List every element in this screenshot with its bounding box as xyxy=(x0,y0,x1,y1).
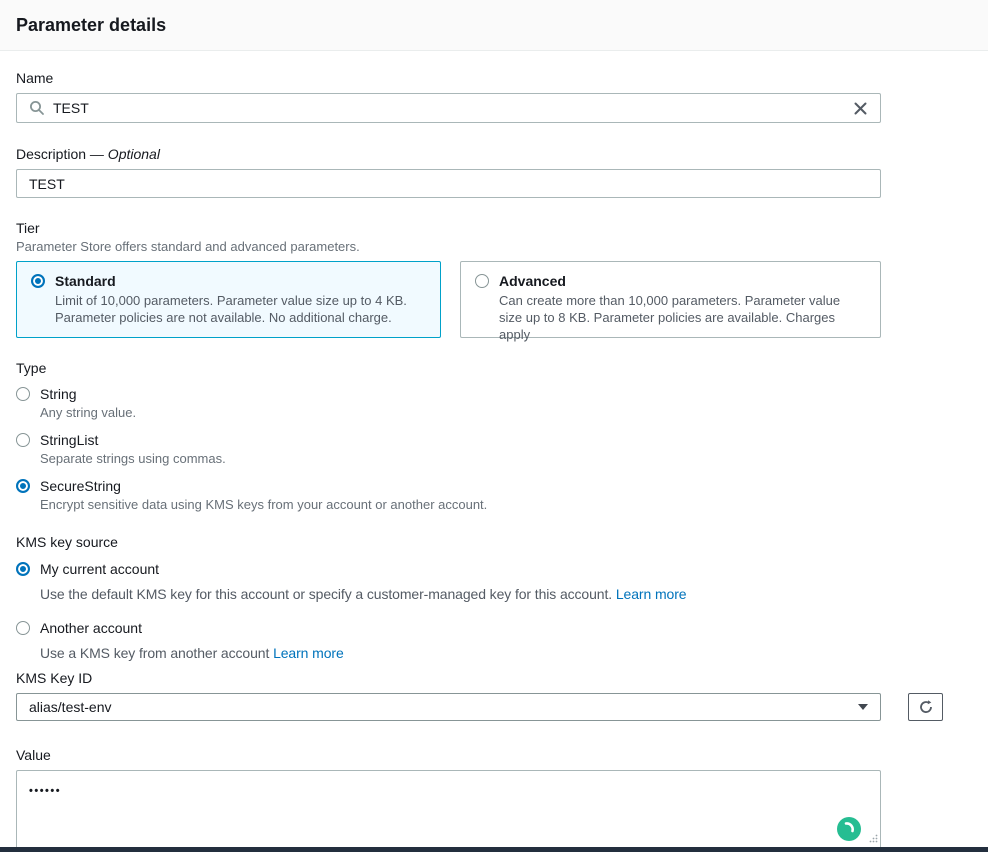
string-title: String xyxy=(40,386,77,403)
tier-option-advanced[interactable]: Advanced Can create more than 10,000 par… xyxy=(460,261,881,338)
kms-current-account-row[interactable]: My current account xyxy=(16,561,972,578)
chevron-down-icon xyxy=(858,704,868,710)
tier-option-standard[interactable]: Standard Limit of 10,000 parameters. Par… xyxy=(16,261,441,338)
type-option-string: String Any string value. xyxy=(16,386,972,421)
panel-header: Parameter details xyxy=(0,0,988,51)
name-input[interactable]: TEST xyxy=(16,93,881,123)
securestring-description: Encrypt sensitive data using KMS keys fr… xyxy=(40,497,972,513)
description-input-value: TEST xyxy=(29,176,65,192)
value-textarea[interactable]: •••••• xyxy=(16,770,881,851)
string-description: Any string value. xyxy=(40,405,972,421)
stringlist-description: Separate strings using commas. xyxy=(40,451,972,467)
learn-more-link-current-account[interactable]: Learn more xyxy=(616,586,687,602)
advanced-radio[interactable] xyxy=(475,274,489,288)
another-account-description: Use a KMS key from another account Learn… xyxy=(40,644,972,662)
my-current-account-radio[interactable] xyxy=(16,562,30,576)
optional-suffix: — Optional xyxy=(90,146,160,162)
standard-description: Limit of 10,000 parameters. Parameter va… xyxy=(55,292,426,326)
refresh-button[interactable] xyxy=(908,693,943,721)
type-option-securestring: SecureString Encrypt sensitive data usin… xyxy=(16,478,972,513)
standard-radio[interactable] xyxy=(31,274,45,288)
kms-key-id-label: KMS Key ID xyxy=(16,669,972,687)
description-label: Description — Optional xyxy=(16,145,972,163)
bottom-divider-bar xyxy=(0,847,988,852)
value-label: Value xyxy=(16,746,972,764)
stringlist-title: StringList xyxy=(40,432,98,449)
advanced-description: Can create more than 10,000 parameters. … xyxy=(499,292,866,343)
description-input[interactable]: TEST xyxy=(16,169,881,198)
type-option-stringlist: StringList Separate strings using commas… xyxy=(16,432,972,467)
type-securestring-row[interactable]: SecureString xyxy=(16,478,972,495)
another-account-title: Another account xyxy=(40,620,142,637)
learn-more-link-another-account[interactable]: Learn more xyxy=(273,645,344,661)
name-label: Name xyxy=(16,69,972,87)
type-stringlist-row[interactable]: StringList xyxy=(16,432,972,449)
my-current-account-title: My current account xyxy=(40,561,159,578)
search-icon xyxy=(29,100,45,116)
kms-key-source-label: KMS key source xyxy=(16,533,972,551)
tier-label: Tier xyxy=(16,219,972,237)
standard-title: Standard xyxy=(55,273,426,290)
name-input-value: TEST xyxy=(53,100,89,116)
refresh-icon xyxy=(918,699,934,715)
string-radio[interactable] xyxy=(16,387,30,401)
kms-key-id-value: alias/test-env xyxy=(29,699,111,715)
kms-source-option-another: Another account Use a KMS key from anoth… xyxy=(16,620,972,662)
stringlist-radio[interactable] xyxy=(16,433,30,447)
password-manager-icon[interactable] xyxy=(837,817,861,841)
clear-name-button[interactable] xyxy=(853,101,868,116)
type-string-row[interactable]: String xyxy=(16,386,972,403)
advanced-title: Advanced xyxy=(499,273,866,290)
tier-hint: Parameter Store offers standard and adva… xyxy=(16,239,972,255)
type-label: Type xyxy=(16,359,972,377)
masked-value: •••••• xyxy=(29,785,61,797)
tier-options: Standard Limit of 10,000 parameters. Par… xyxy=(16,261,972,338)
resize-handle[interactable] xyxy=(869,830,878,848)
securestring-title: SecureString xyxy=(40,478,121,495)
another-account-radio[interactable] xyxy=(16,621,30,635)
page-title: Parameter details xyxy=(16,14,972,36)
kms-key-id-row: alias/test-env xyxy=(16,693,972,721)
kms-another-account-row[interactable]: Another account xyxy=(16,620,972,637)
my-current-account-description: Use the default KMS key for this account… xyxy=(40,585,972,603)
parameter-details-panel: Parameter details Name TEST Description … xyxy=(0,0,988,854)
kms-key-id-select[interactable]: alias/test-env xyxy=(16,693,881,721)
parameter-form: Name TEST Description — Optional TEST Ti… xyxy=(0,51,988,851)
securestring-radio[interactable] xyxy=(16,479,30,493)
kms-source-option-current: My current account Use the default KMS k… xyxy=(16,561,972,603)
